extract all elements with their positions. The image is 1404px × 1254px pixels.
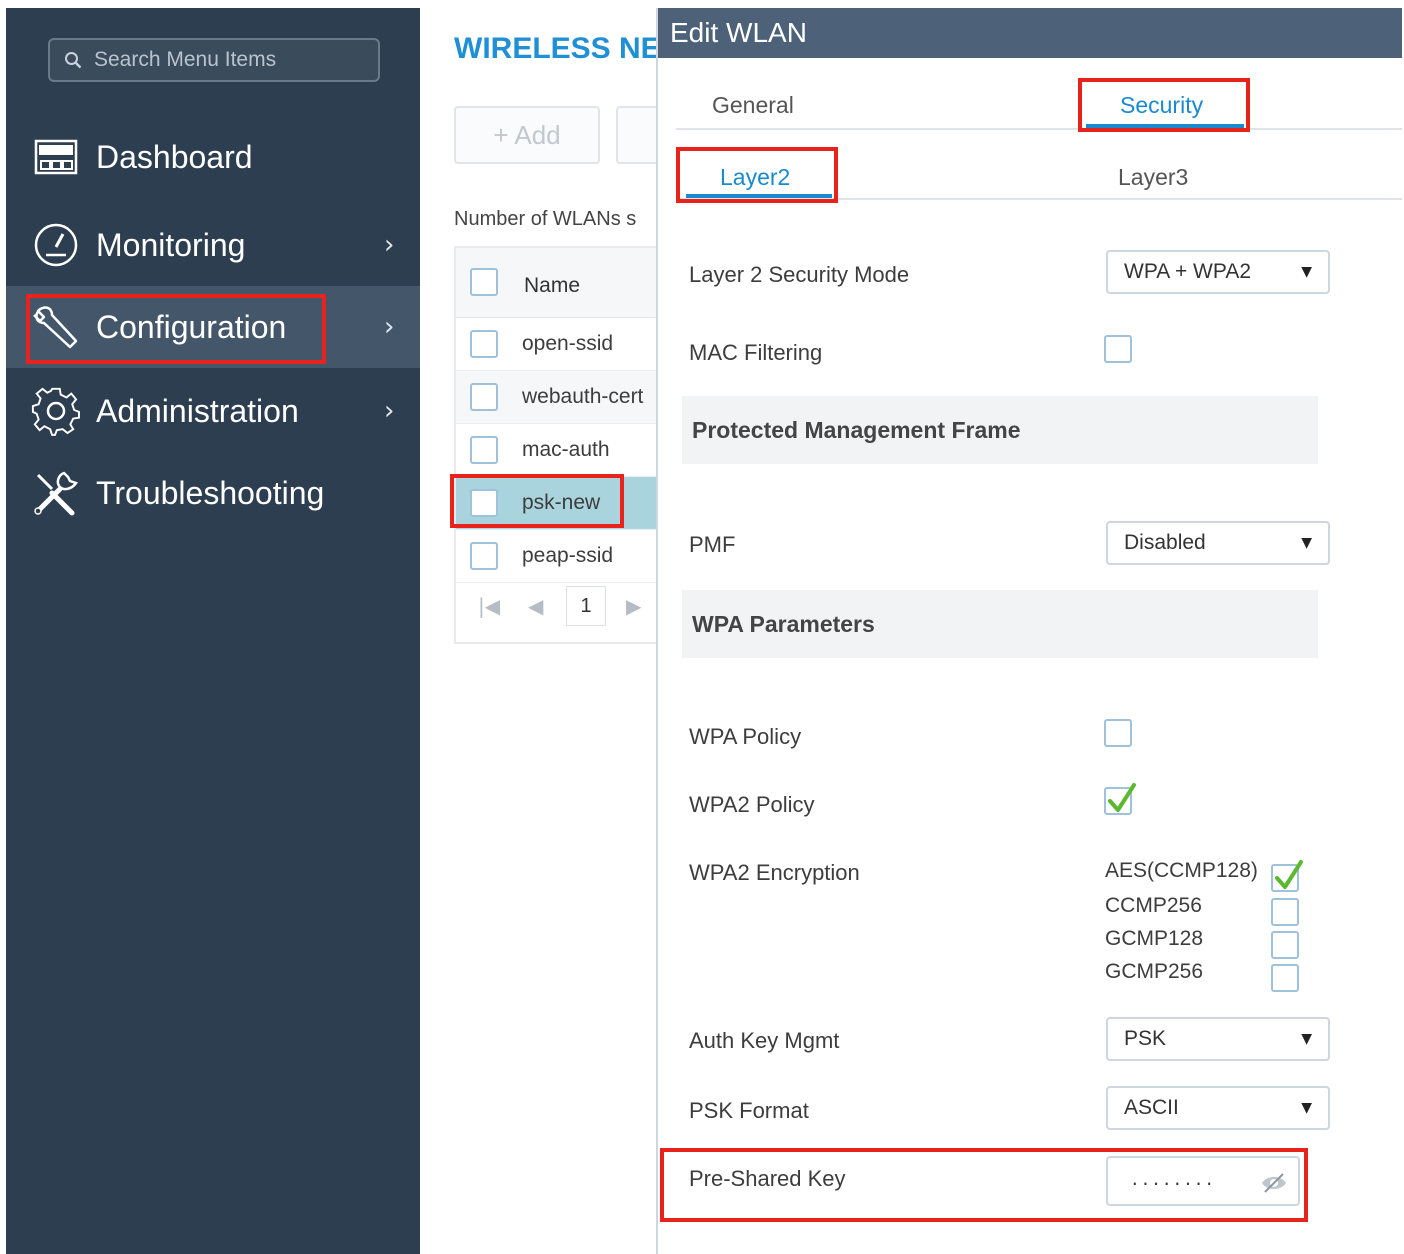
sidebar: Dashboard Monitoring › Configuration › A… bbox=[6, 8, 420, 1254]
caret-down-icon: ▼ bbox=[1301, 1031, 1312, 1047]
next-page-icon[interactable]: ▶ bbox=[626, 594, 641, 618]
row-checkbox[interactable] bbox=[470, 489, 498, 517]
gear-icon bbox=[31, 387, 80, 436]
nav-configuration[interactable]: Configuration › bbox=[6, 286, 420, 368]
subtabs-divider bbox=[676, 198, 1402, 200]
nav-administration-label: Administration bbox=[96, 392, 299, 429]
page-number[interactable]: 1 bbox=[566, 586, 606, 626]
tools-icon bbox=[34, 471, 78, 516]
psk-format-label: PSK Format bbox=[689, 1098, 809, 1123]
prev-page-icon[interactable]: ◀ bbox=[528, 594, 543, 618]
gcmp256-checkbox[interactable] bbox=[1271, 964, 1299, 992]
pre-shared-key-input[interactable] bbox=[1130, 1170, 1250, 1189]
chevron-right-icon: › bbox=[384, 230, 395, 260]
pmf-label: PMF bbox=[689, 532, 736, 557]
psk-format-select[interactable]: ASCII ▼ bbox=[1106, 1086, 1330, 1130]
checkmark-icon bbox=[1275, 860, 1303, 889]
wlan-name[interactable]: mac-auth bbox=[522, 438, 610, 462]
nav-monitoring[interactable]: Monitoring › bbox=[6, 204, 420, 286]
psk-format-value: ASCII bbox=[1124, 1096, 1179, 1119]
ccmp256-checkbox[interactable] bbox=[1271, 898, 1299, 926]
mac-filtering-checkbox[interactable] bbox=[1104, 335, 1132, 363]
nav-monitoring-label: Monitoring bbox=[96, 226, 246, 263]
search-input[interactable] bbox=[94, 48, 354, 72]
subtab-layer3[interactable]: Layer3 bbox=[1118, 164, 1188, 191]
edit-wlan-panel: Edit WLAN General Security Layer2 Layer3… bbox=[656, 8, 1402, 1254]
caret-down-icon: ▼ bbox=[1301, 535, 1312, 551]
tab-security[interactable]: Security bbox=[1120, 92, 1203, 119]
edit-wlan-title: Edit WLAN bbox=[658, 8, 1402, 58]
encryption-option-label: AES(CCMP128) bbox=[1105, 859, 1258, 882]
wpa2-encryption-label: WPA2 Encryption bbox=[689, 860, 860, 885]
nav-configuration-label: Configuration bbox=[96, 308, 287, 345]
dashboard-icon bbox=[34, 139, 78, 175]
subtab-layer2[interactable]: Layer2 bbox=[720, 164, 790, 191]
nav-troubleshooting[interactable]: Troubleshooting bbox=[6, 452, 420, 534]
wpa2-policy-checkbox[interactable] bbox=[1104, 783, 1136, 815]
encryption-option-label: CCMP256 bbox=[1105, 894, 1202, 917]
tabs-divider bbox=[676, 128, 1402, 130]
mac-filtering-label: MAC Filtering bbox=[689, 340, 823, 365]
wlan-count-label: Number of WLANs s bbox=[454, 208, 637, 230]
pre-shared-key-label: Pre-Shared Key bbox=[689, 1166, 846, 1191]
chevron-right-icon: › bbox=[384, 312, 395, 342]
row-checkbox[interactable] bbox=[470, 542, 498, 570]
nav-administration[interactable]: Administration › bbox=[6, 370, 420, 452]
select-all-checkbox[interactable] bbox=[470, 268, 498, 296]
layer2-security-mode-value: WPA + WPA2 bbox=[1124, 260, 1252, 283]
wpa2-policy-label: WPA2 Policy bbox=[689, 792, 815, 817]
wpa-parameters-section-header: WPA Parameters bbox=[682, 590, 1318, 658]
wpa-policy-label: WPA Policy bbox=[689, 724, 802, 749]
wlan-name[interactable]: open-ssid bbox=[522, 332, 613, 356]
chevron-right-icon: › bbox=[384, 396, 395, 426]
caret-down-icon: ▼ bbox=[1301, 1100, 1312, 1116]
add-button[interactable]: + Add bbox=[454, 106, 600, 164]
wlan-name[interactable]: peap-ssid bbox=[522, 544, 613, 568]
pmf-value: Disabled bbox=[1124, 531, 1206, 554]
layer2-security-mode-label: Layer 2 Security Mode bbox=[689, 262, 910, 287]
gauge-icon bbox=[34, 223, 78, 267]
column-header-name[interactable]: Name bbox=[524, 274, 580, 298]
auth-key-mgmt-value: PSK bbox=[1124, 1027, 1167, 1050]
layer2-security-mode-select[interactable]: WPA + WPA2 ▼ bbox=[1106, 250, 1330, 294]
wlan-name[interactable]: webauth-cert bbox=[522, 385, 643, 409]
wrench-icon bbox=[33, 306, 78, 349]
encryption-option-label: GCMP256 bbox=[1105, 960, 1204, 983]
caret-down-icon: ▼ bbox=[1301, 264, 1312, 280]
tab-general[interactable]: General bbox=[712, 92, 794, 119]
pmf-section-header: Protected Management Frame bbox=[682, 396, 1318, 464]
auth-key-mgmt-select[interactable]: PSK ▼ bbox=[1106, 1017, 1330, 1061]
first-page-icon[interactable]: |◀ bbox=[478, 594, 500, 618]
gcmp128-checkbox[interactable] bbox=[1271, 931, 1299, 959]
page-title: WIRELESS NET bbox=[454, 32, 680, 65]
wpa-policy-checkbox[interactable] bbox=[1104, 719, 1132, 747]
checkmark-icon bbox=[1108, 783, 1136, 812]
aes-ccmp128-checkbox[interactable] bbox=[1271, 860, 1303, 892]
nav-troubleshooting-label: Troubleshooting bbox=[96, 474, 325, 511]
encryption-option-label: GCMP128 bbox=[1105, 927, 1204, 950]
pre-shared-key-field[interactable] bbox=[1106, 1156, 1300, 1206]
auth-key-mgmt-label: Auth Key Mgmt bbox=[689, 1028, 840, 1053]
row-checkbox[interactable] bbox=[470, 383, 498, 411]
search-icon bbox=[65, 52, 82, 69]
wlan-name[interactable]: psk-new bbox=[522, 491, 600, 515]
nav-dashboard-label: Dashboard bbox=[96, 138, 253, 175]
row-checkbox[interactable] bbox=[470, 436, 498, 464]
row-checkbox[interactable] bbox=[470, 330, 498, 358]
search-box[interactable] bbox=[48, 38, 380, 82]
nav-dashboard[interactable]: Dashboard bbox=[6, 116, 420, 198]
eye-slash-icon[interactable] bbox=[1260, 1172, 1288, 1194]
pmf-select[interactable]: Disabled ▼ bbox=[1106, 521, 1330, 565]
